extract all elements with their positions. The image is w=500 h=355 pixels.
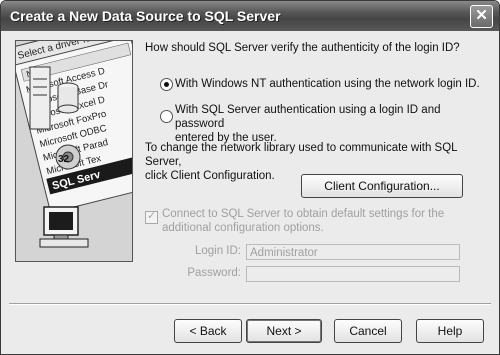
password-label: Password: bbox=[187, 267, 241, 279]
badge-text: 32 bbox=[58, 154, 70, 165]
connect-settings-label-line2: additional configuration options. bbox=[162, 222, 324, 234]
connect-settings-label-line1: Connect to SQL Server to obtain default … bbox=[162, 208, 445, 220]
login-id-field[interactable]: Administrator bbox=[246, 244, 460, 260]
close-button[interactable]: ✕ bbox=[470, 5, 493, 28]
client-configuration-button[interactable]: Client Configuration... bbox=[301, 174, 463, 198]
radio-windows-nt-auth-text: With Windows NT authentication using the… bbox=[175, 78, 480, 90]
radio-sql-server-auth-text-line1: With SQL Server authentication using a l… bbox=[175, 104, 441, 130]
login-id-label: Login ID: bbox=[194, 245, 241, 257]
database-icon bbox=[57, 82, 79, 114]
help-button[interactable]: Help bbox=[416, 319, 484, 343]
back-button[interactable]: < Back bbox=[174, 319, 242, 343]
connect-settings-label: Connect to SQL Server to obtain default … bbox=[162, 207, 462, 235]
radio-sql-server-auth[interactable] bbox=[160, 110, 173, 123]
server-icon bbox=[29, 66, 51, 130]
wizard-illustration-graphic: Select a driver fo Name Microsoft Access… bbox=[16, 41, 132, 261]
connect-settings-checkbox[interactable] bbox=[145, 209, 158, 224]
window-title: Create a New Data Source to SQL Server bbox=[10, 8, 281, 24]
title-bar[interactable]: Create a New Data Source to SQL Server ✕ bbox=[1, 1, 499, 31]
close-icon: ✕ bbox=[475, 7, 488, 24]
button-separator bbox=[9, 303, 491, 305]
radio-windows-nt-auth-label[interactable]: With Windows NT authentication using the… bbox=[175, 77, 485, 91]
next-button[interactable]: Next > bbox=[246, 319, 322, 343]
password-field[interactable] bbox=[246, 266, 460, 282]
auth-question: How should SQL Server verify the authent… bbox=[145, 42, 460, 54]
cancel-button[interactable]: Cancel bbox=[334, 319, 402, 343]
radio-windows-nt-auth[interactable] bbox=[160, 78, 173, 91]
dialog-window: Create a New Data Source to SQL Server ✕… bbox=[0, 0, 500, 355]
wizard-illustration: Select a driver fo Name Microsoft Access… bbox=[15, 40, 133, 262]
network-text-line1: To change the network library used to co… bbox=[145, 142, 458, 168]
radio-sql-server-auth-label[interactable]: With SQL Server authentication using a l… bbox=[175, 103, 485, 145]
